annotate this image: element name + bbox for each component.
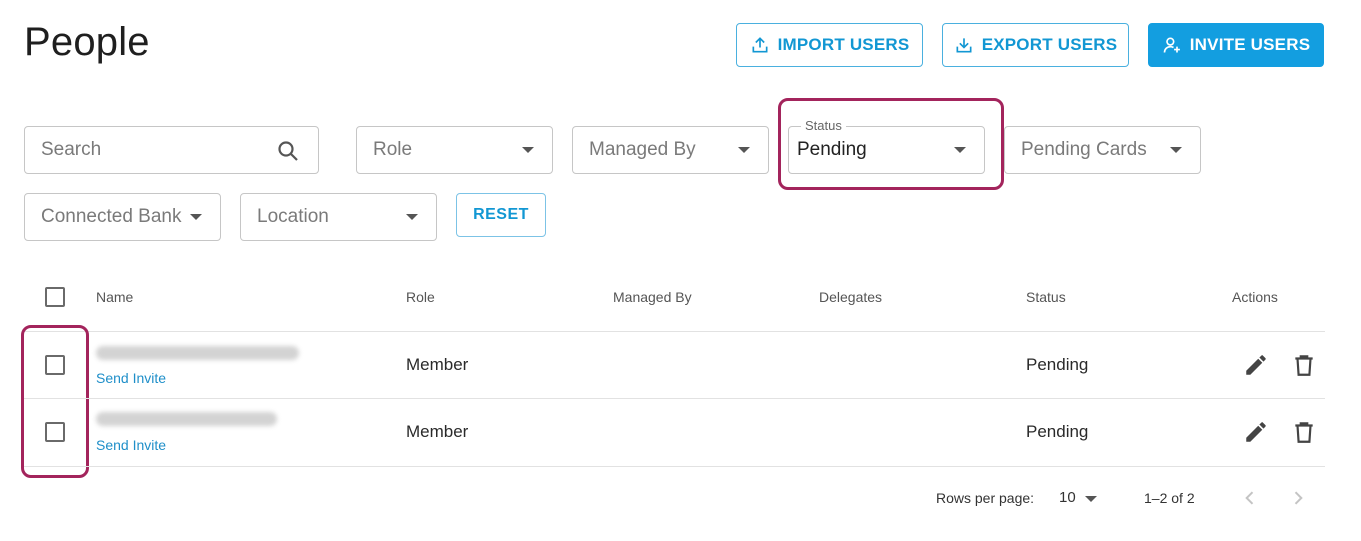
column-header-name[interactable]: Name: [96, 289, 133, 305]
delete-icon[interactable]: [1291, 352, 1317, 378]
redacted-email: [96, 412, 277, 426]
export-users-button[interactable]: EXPORT USERS: [942, 23, 1129, 67]
search-placeholder: Search: [41, 139, 102, 160]
invite-users-label: INVITE USERS: [1189, 35, 1311, 54]
send-invite-link[interactable]: Send Invite: [96, 370, 166, 386]
row-checkbox[interactable]: [45, 355, 65, 375]
row-checkbox-highlight: [21, 325, 89, 478]
pending-cards-placeholder: Pending Cards: [1021, 139, 1147, 160]
column-header-actions: Actions: [1232, 289, 1278, 305]
add-user-icon: [1163, 37, 1180, 53]
page-title: People: [24, 20, 150, 64]
chevron-down-icon: [738, 147, 750, 153]
chevron-right-icon[interactable]: [1288, 488, 1308, 508]
status-cell: Pending: [1026, 355, 1089, 374]
location-select[interactable]: Location: [240, 193, 437, 241]
role-select[interactable]: Role: [356, 126, 553, 174]
chevron-down-icon: [522, 147, 534, 153]
column-header-delegates[interactable]: Delegates: [819, 289, 882, 305]
upload-icon: [752, 37, 768, 53]
pagination-range: 1–2 of 2: [1144, 490, 1195, 506]
row-divider: [24, 398, 1325, 399]
search-icon: [278, 141, 298, 161]
search-input[interactable]: Search: [24, 126, 319, 174]
delete-icon[interactable]: [1291, 419, 1317, 445]
managed-by-select[interactable]: Managed By: [572, 126, 769, 174]
chevron-down-icon[interactable]: [1085, 496, 1097, 502]
row-divider: [24, 466, 1325, 467]
rows-per-page-label: Rows per page:: [936, 490, 1035, 506]
row-divider: [24, 331, 1325, 332]
status-cell: Pending: [1026, 422, 1089, 441]
row-checkbox[interactable]: [45, 422, 65, 442]
send-invite-link[interactable]: Send Invite: [96, 437, 166, 453]
role-placeholder: Role: [373, 139, 413, 160]
redacted-email: [96, 346, 299, 360]
edit-icon[interactable]: [1243, 352, 1269, 378]
chevron-down-icon: [190, 214, 202, 220]
status-select[interactable]: Status Pending: [788, 118, 985, 174]
role-cell: Member: [406, 422, 469, 441]
invite-users-button[interactable]: INVITE USERS: [1148, 23, 1324, 67]
column-header-status[interactable]: Status: [1026, 289, 1066, 305]
role-cell: Member: [406, 355, 469, 374]
location-placeholder: Location: [257, 206, 329, 227]
chevron-left-icon[interactable]: [1240, 488, 1260, 508]
chevron-down-icon: [954, 147, 966, 153]
status-label: Status: [801, 118, 846, 133]
connected-bank-select[interactable]: Connected Bank: [24, 193, 221, 241]
edit-icon[interactable]: [1243, 419, 1269, 445]
column-header-role[interactable]: Role: [406, 289, 435, 305]
import-users-label: IMPORT USERS: [777, 35, 910, 54]
connected-bank-placeholder: Connected Bank: [41, 206, 182, 227]
chevron-down-icon: [406, 214, 418, 220]
select-all-checkbox[interactable]: [45, 287, 65, 307]
reset-button[interactable]: RESET: [456, 193, 546, 237]
managed-by-placeholder: Managed By: [589, 139, 696, 160]
column-header-managed-by[interactable]: Managed By: [613, 289, 692, 305]
status-value: Pending: [797, 139, 867, 160]
export-users-label: EXPORT USERS: [981, 35, 1118, 54]
rows-per-page-select[interactable]: 10: [1059, 489, 1076, 506]
import-users-button[interactable]: IMPORT USERS: [736, 23, 923, 67]
chevron-down-icon: [1170, 147, 1182, 153]
pending-cards-select[interactable]: Pending Cards: [1004, 126, 1201, 174]
download-icon: [956, 38, 972, 53]
